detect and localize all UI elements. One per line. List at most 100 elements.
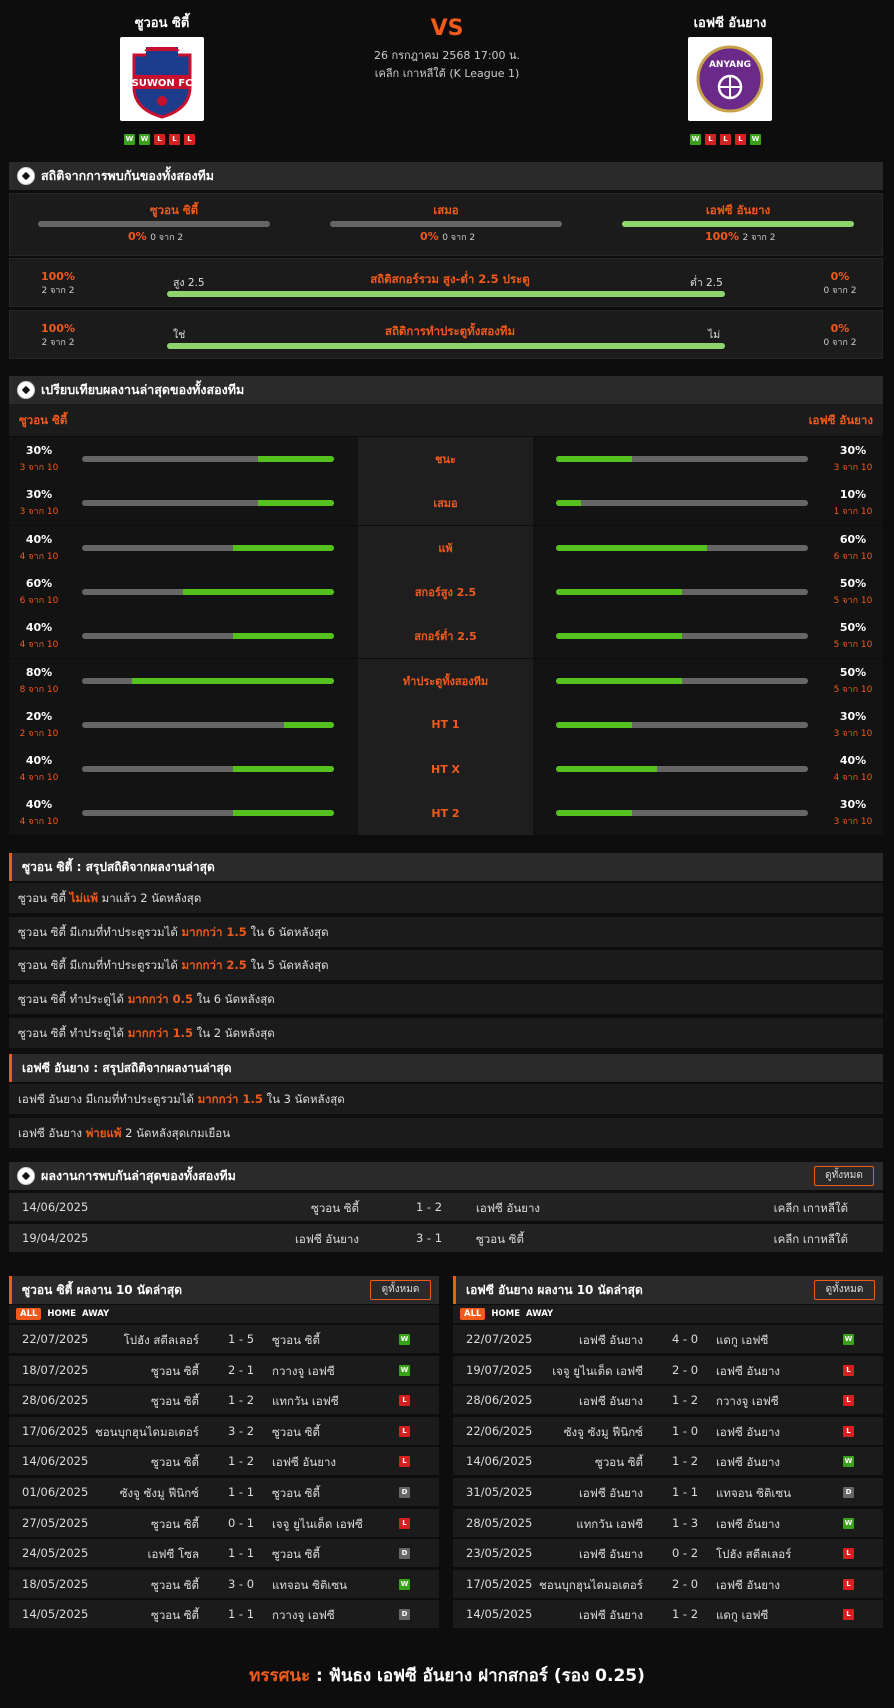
tab-all[interactable]: ALL bbox=[16, 1308, 42, 1320]
away-team-logo[interactable]: ANYANG bbox=[688, 37, 772, 121]
result-badge: L bbox=[843, 1425, 854, 1437]
compare-home-cell: 80% 8 จาก 10 bbox=[9, 658, 358, 703]
match-row[interactable]: 14/05/2025 ซูวอน ซิตี้ 1 - 1 กวางจู เอฟซี D bbox=[9, 1600, 439, 1629]
match-away: เอฟซี อันยาง bbox=[716, 1363, 781, 1378]
match-date: 28/06/2025 bbox=[466, 1393, 533, 1408]
match-score: 1 - 2 bbox=[671, 1393, 699, 1408]
compare-home-pct: 30% bbox=[25, 444, 53, 457]
tab-home[interactable]: HOME bbox=[491, 1309, 520, 1319]
home-last10-view-all-button[interactable]: ดูทั้งหมด bbox=[370, 1280, 431, 1300]
h2h-row[interactable]: 14/06/2025 ซูวอน ซิตี้ 1 - 2 เอฟซี อันยาง เค… bbox=[9, 1193, 883, 1221]
match-score: 4 - 0 bbox=[671, 1332, 699, 1346]
summary-row: ซูวอน ซิตี้ ไม่แพ้ มาแล้ว 2 นัดหลังสุด bbox=[9, 883, 883, 913]
h2h-draw-label: เสมอ bbox=[433, 203, 459, 217]
compare-label: ทำประตูทั้งสองทีม bbox=[358, 658, 533, 703]
form-badge: W bbox=[750, 134, 761, 145]
away-team-name[interactable]: เอฟซี อันยาง bbox=[630, 12, 830, 33]
form-badge: L bbox=[169, 134, 180, 145]
match-row[interactable]: 28/06/2025 เอฟซี อันยาง 1 - 2 กวางจู เอฟซี L bbox=[453, 1386, 883, 1415]
h2h-view-all-button[interactable]: ดูทั้งหมด bbox=[814, 1166, 874, 1186]
summary-text: เอฟซี อันยาง bbox=[18, 1125, 86, 1140]
tab-home[interactable]: HOME bbox=[47, 1309, 76, 1319]
match-away: ซูวอน ซิตี้ bbox=[272, 1333, 320, 1347]
match-away: แทจอน ซิติเซน bbox=[272, 1577, 348, 1592]
match-row[interactable]: 17/06/2025 ชอนบุกฮุนไดมอเตอร์ 3 - 2 ซูวอน ซ… bbox=[9, 1416, 439, 1445]
match-date: 18/05/2025 bbox=[22, 1576, 89, 1591]
football-icon bbox=[17, 167, 35, 185]
match-date: 14/05/2025 bbox=[466, 1607, 533, 1622]
match-row[interactable]: 22/06/2025 ซังจู ซังมู ฟีนิกซ์ 1 - 0 เอฟซี … bbox=[453, 1416, 883, 1445]
compare-home-count: 3 จาก 10 bbox=[19, 463, 59, 473]
match-away: ซูวอน ซิตี้ bbox=[272, 1486, 320, 1500]
tab-all[interactable]: ALL bbox=[460, 1308, 486, 1320]
compare-away-count: 5 จาก 10 bbox=[833, 595, 873, 606]
match-row[interactable]: 31/05/2025 เอฟซี อันยาง 1 - 1 แทจอน ซิติเซน… bbox=[453, 1478, 883, 1506]
match-row[interactable]: 19/07/2025 เจจู ยูไนเต็ด เอฟซี 2 - 0 เอฟซี … bbox=[453, 1355, 883, 1384]
match-row[interactable]: 18/05/2025 ซูวอน ซิตี้ 3 - 0 แทจอน ซิติเซน W bbox=[9, 1569, 439, 1598]
football-icon bbox=[17, 381, 35, 399]
home-team-name[interactable]: ซูวอน ซิตี้ bbox=[62, 12, 262, 33]
tab-away[interactable]: AWAY bbox=[82, 1309, 109, 1319]
home-last10-tabs: ALL HOME AWAY bbox=[16, 1308, 109, 1320]
match-row[interactable]: 18/07/2025 ซูวอน ซิตี้ 2 - 1 กวางจู เอฟซี W bbox=[9, 1355, 439, 1384]
btts-left-count: 2 จาก 2 bbox=[41, 338, 75, 348]
match-date: 19/07/2025 bbox=[466, 1362, 533, 1377]
compare-row: 80% 8 จาก 10 ทำประตูทั้งสองทีม 50% 5 จาก 10 bbox=[9, 658, 883, 703]
ou-left-count: 2 จาก 2 bbox=[41, 286, 75, 296]
summary-text: ซูวอน ซิตี้ มีเกมที่ทำประตูรวมได้ bbox=[18, 958, 182, 973]
match-score: 1 - 5 bbox=[227, 1332, 255, 1346]
match-row[interactable]: 17/05/2025 ชอนบุกฮุนไดมอเตอร์ 2 - 0 เอฟซี อ… bbox=[453, 1569, 883, 1598]
match-away: กวางจู เอฟซี bbox=[272, 1608, 335, 1623]
match-row[interactable]: 14/06/2025 ซูวอน ซิตี้ 1 - 2 เอฟซี อันยาง L bbox=[9, 1447, 439, 1476]
summary-text: ซูวอน ซิตี้ มีเกมที่ทำประตูรวมได้ bbox=[18, 924, 182, 939]
compare-label: HT 2 bbox=[358, 791, 533, 836]
compare-away-bar bbox=[556, 677, 808, 684]
h2h-away-label: เอฟซี อันยาง bbox=[705, 203, 771, 217]
match-row[interactable]: 28/06/2025 ซูวอน ซิตี้ 1 - 2 แทกวัน เอฟซี L bbox=[9, 1386, 439, 1415]
result-badge: W bbox=[843, 1456, 854, 1468]
compare-away-bar bbox=[556, 721, 808, 728]
compare-away-pct: 50% bbox=[839, 576, 867, 590]
ou-title: สถิติสกอร์รวม สูง-ต่ำ 2.5 ประตู bbox=[370, 272, 530, 286]
compare-away-count: 6 จาก 10 bbox=[833, 551, 873, 562]
home-summary-title: ซูวอน ซิตี้ : สรุปสถิติจากผลงานล่าสุด bbox=[9, 853, 883, 881]
compare-away-cell: 60% 6 จาก 10 bbox=[533, 525, 883, 570]
summary-text: ใน 5 นัดหลังสุด bbox=[246, 958, 329, 973]
compare-home-label: ซูวอน ซิตี้ bbox=[19, 413, 68, 427]
match-row[interactable]: 24/05/2025 เอฟซี โซล 1 - 1 ซูวอน ซิตี้ D bbox=[9, 1539, 439, 1568]
compare-away-bar bbox=[556, 588, 808, 595]
btts-bar bbox=[167, 343, 725, 349]
match-away: เอฟซี อันยาง bbox=[716, 1577, 781, 1592]
match-home: ซูวอน ซิตี้ bbox=[151, 1516, 199, 1531]
match-row[interactable]: 22/07/2025 เอฟซี อันยาง 4 - 0 แดกู เอฟซี W bbox=[453, 1325, 883, 1353]
compare-away-pct: 50% bbox=[839, 621, 867, 635]
match-away: เอฟซี อันยาง bbox=[716, 1424, 781, 1439]
h2h-result-panel: ซูวอน ซิตี้ 0% 0 จาก 2 เสมอ 0% 0 จาก 2 เ… bbox=[9, 193, 883, 256]
match-away: โปฮัง สตีลเลอร์ bbox=[716, 1547, 792, 1562]
away-last10-view-all-button[interactable]: ดูทั้งหมด bbox=[814, 1280, 875, 1300]
match-row[interactable]: 27/05/2025 ซูวอน ซิตี้ 0 - 1 เจจู ยูไนเต็ด … bbox=[9, 1508, 439, 1537]
compare-away-fill bbox=[556, 721, 632, 728]
match-row[interactable]: 28/05/2025 แทกวัน เอฟซี 1 - 3 เอฟซี อันยาง W bbox=[453, 1508, 883, 1537]
match-row[interactable]: 14/06/2025 ซูวอน ซิตี้ 1 - 2 เอฟซี อันยาง W bbox=[453, 1447, 883, 1476]
match-home: เอฟซี โซล bbox=[147, 1547, 199, 1562]
result-badge: D bbox=[399, 1609, 410, 1621]
compare-away-bar bbox=[556, 544, 808, 551]
match-away: เอฟซี อันยาง bbox=[716, 1516, 781, 1531]
match-row[interactable]: 14/05/2025 เอฟซี อันยาง 1 - 2 แดกู เอฟซี L bbox=[453, 1600, 883, 1629]
h2h-row[interactable]: 19/04/2025 เอฟซี อันยาง 3 - 1 ซูวอน ซิตี้ เค… bbox=[9, 1224, 883, 1252]
ou-left-label: สูง 2.5 bbox=[173, 277, 205, 289]
match-row[interactable]: 22/07/2025 โปฮัง สตีลเลอร์ 1 - 5 ซูวอน ซิตี… bbox=[9, 1325, 439, 1353]
h2h-away-fill bbox=[622, 221, 854, 227]
match-row[interactable]: 23/05/2025 เอฟซี อันยาง 0 - 2 โปฮัง สตีลเลอ… bbox=[453, 1539, 883, 1568]
home-logo-text: SUWON FC bbox=[132, 78, 193, 89]
compare-row: 40% 4 จาก 10 แพ้ 60% 6 จาก 10 bbox=[9, 525, 883, 570]
home-team-logo[interactable]: SUWON FC bbox=[120, 37, 204, 121]
match-league[interactable]: เคลีก เกาหลีใต้ (K League 1) bbox=[297, 64, 597, 82]
tab-away[interactable]: AWAY bbox=[526, 1309, 553, 1319]
btts-title: สถิติการทำประตูทั้งสองทีม bbox=[384, 324, 516, 338]
match-row[interactable]: 01/06/2025 ซังจู ซังมู ฟีนิกซ์ 1 - 1 ซูวอน … bbox=[9, 1478, 439, 1506]
match-home: เอฟซี อันยาง bbox=[578, 1486, 643, 1500]
compare-home-count: 4 จาก 10 bbox=[19, 640, 59, 651]
result-badge: L bbox=[843, 1364, 854, 1376]
